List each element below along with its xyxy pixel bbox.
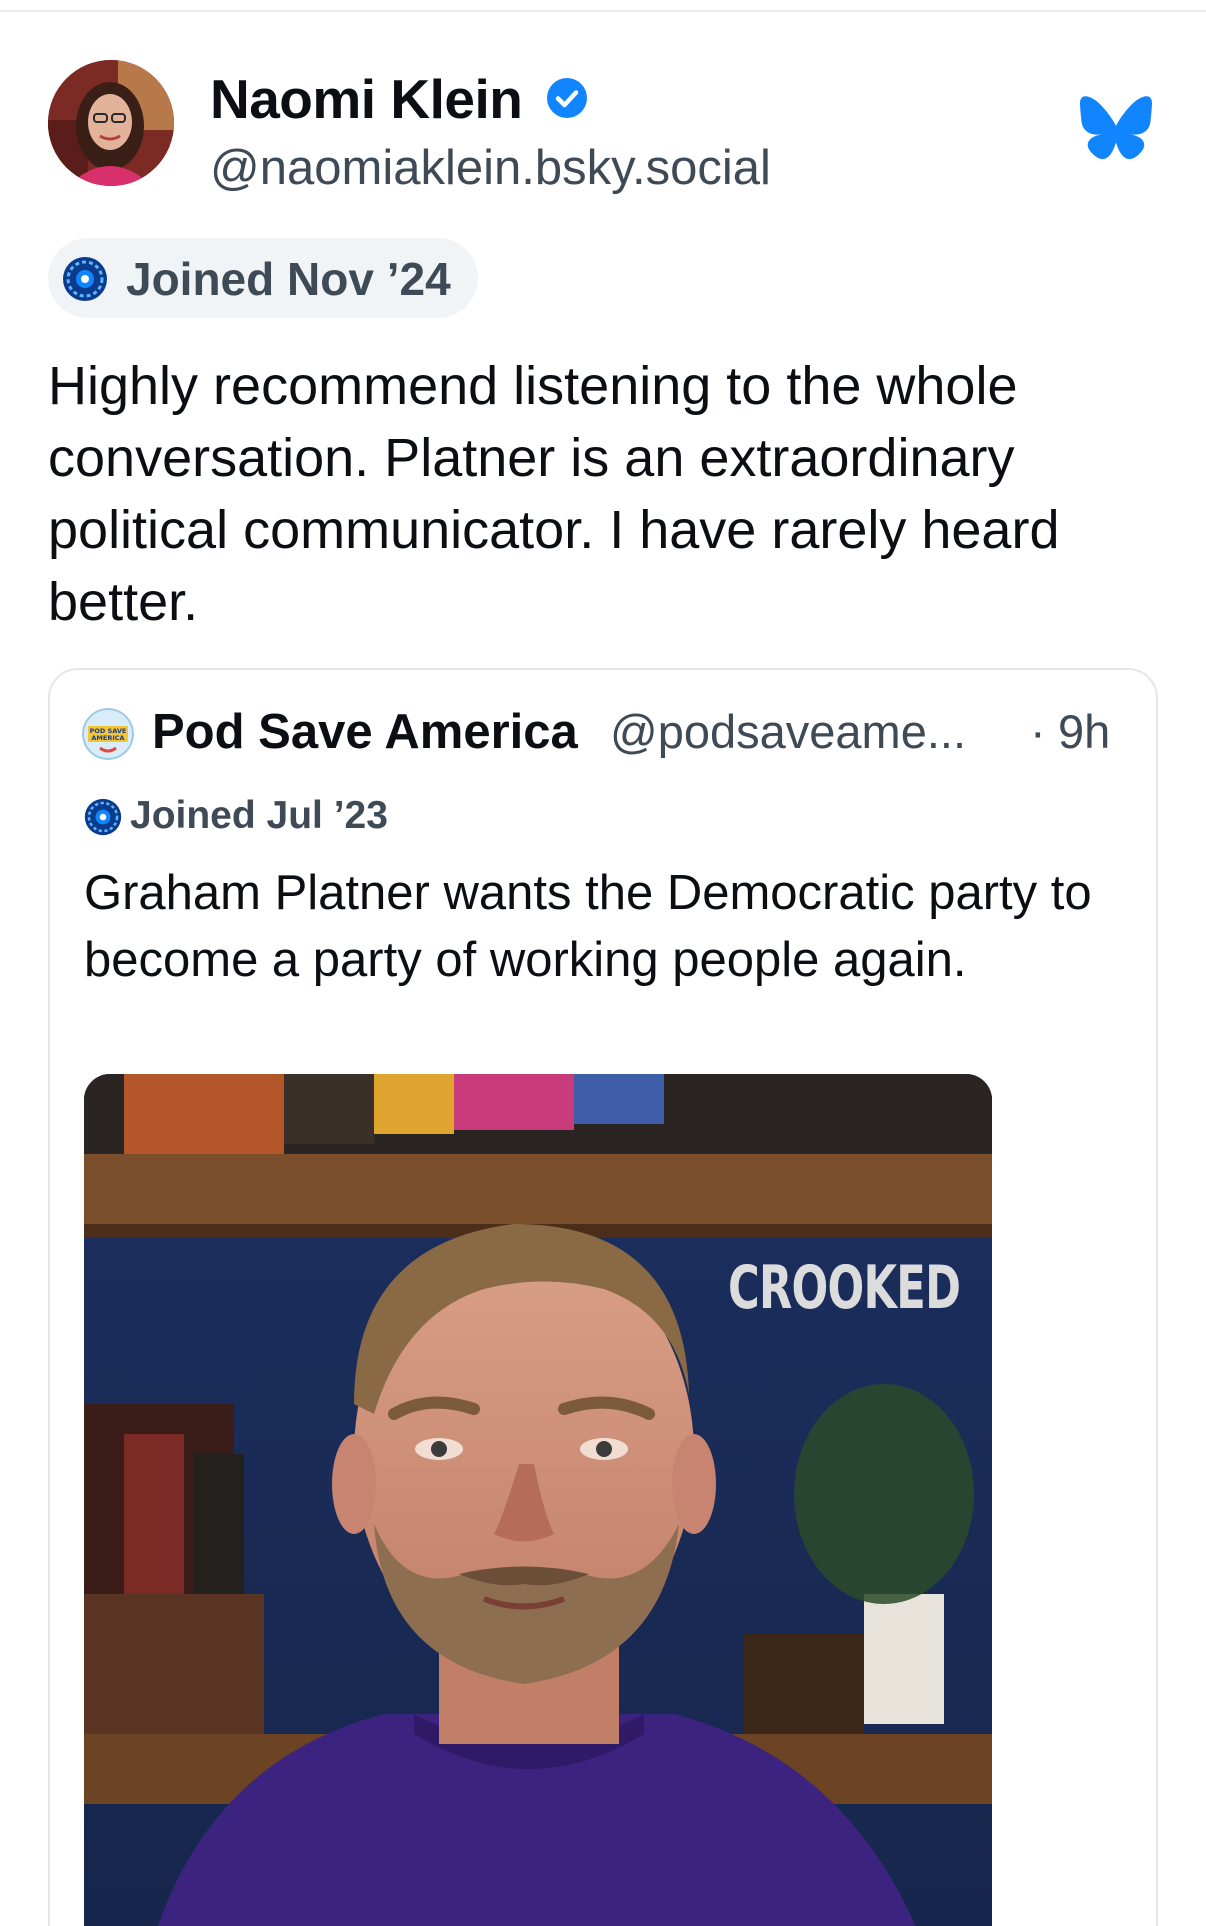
verified-check-icon — [545, 76, 589, 120]
time-separator: · — [1030, 705, 1046, 758]
joined-date: Joined Nov ’24 — [126, 253, 451, 305]
new-account-badge-icon — [62, 256, 108, 302]
bluesky-butterfly-icon[interactable] — [1080, 96, 1152, 162]
author-display-name[interactable]: Naomi Klein — [210, 64, 523, 134]
quoted-author-display-name[interactable]: Pod Save America — [152, 700, 578, 764]
video-watermark: CROOKED — [728, 1253, 961, 1323]
author-handle[interactable]: @naomiaklein.bsky.social — [210, 136, 771, 200]
quoted-author-avatar[interactable]: POD SAVE AMERICA — [82, 708, 134, 760]
quoted-post-text: Graham Platner wants the Democratic part… — [84, 866, 1092, 987]
quoted-joined-date: Joined Jul ’23 — [130, 794, 388, 837]
post-screenshot: Naomi Klein @naomiaklein.bsky.social Joi… — [0, 0, 1206, 1926]
post-text: Highly recommend listening to the whole … — [48, 356, 1060, 632]
author-avatar[interactable] — [48, 60, 174, 186]
divider — [0, 10, 1206, 12]
new-account-badge-icon — [84, 798, 122, 836]
quoted-author-handle[interactable]: @podsaveame... — [610, 700, 1010, 764]
quoted-post-time[interactable]: 9h — [1058, 700, 1110, 764]
video-thumbnail[interactable] — [84, 1074, 992, 1926]
svg-text:AMERICA: AMERICA — [91, 734, 124, 742]
